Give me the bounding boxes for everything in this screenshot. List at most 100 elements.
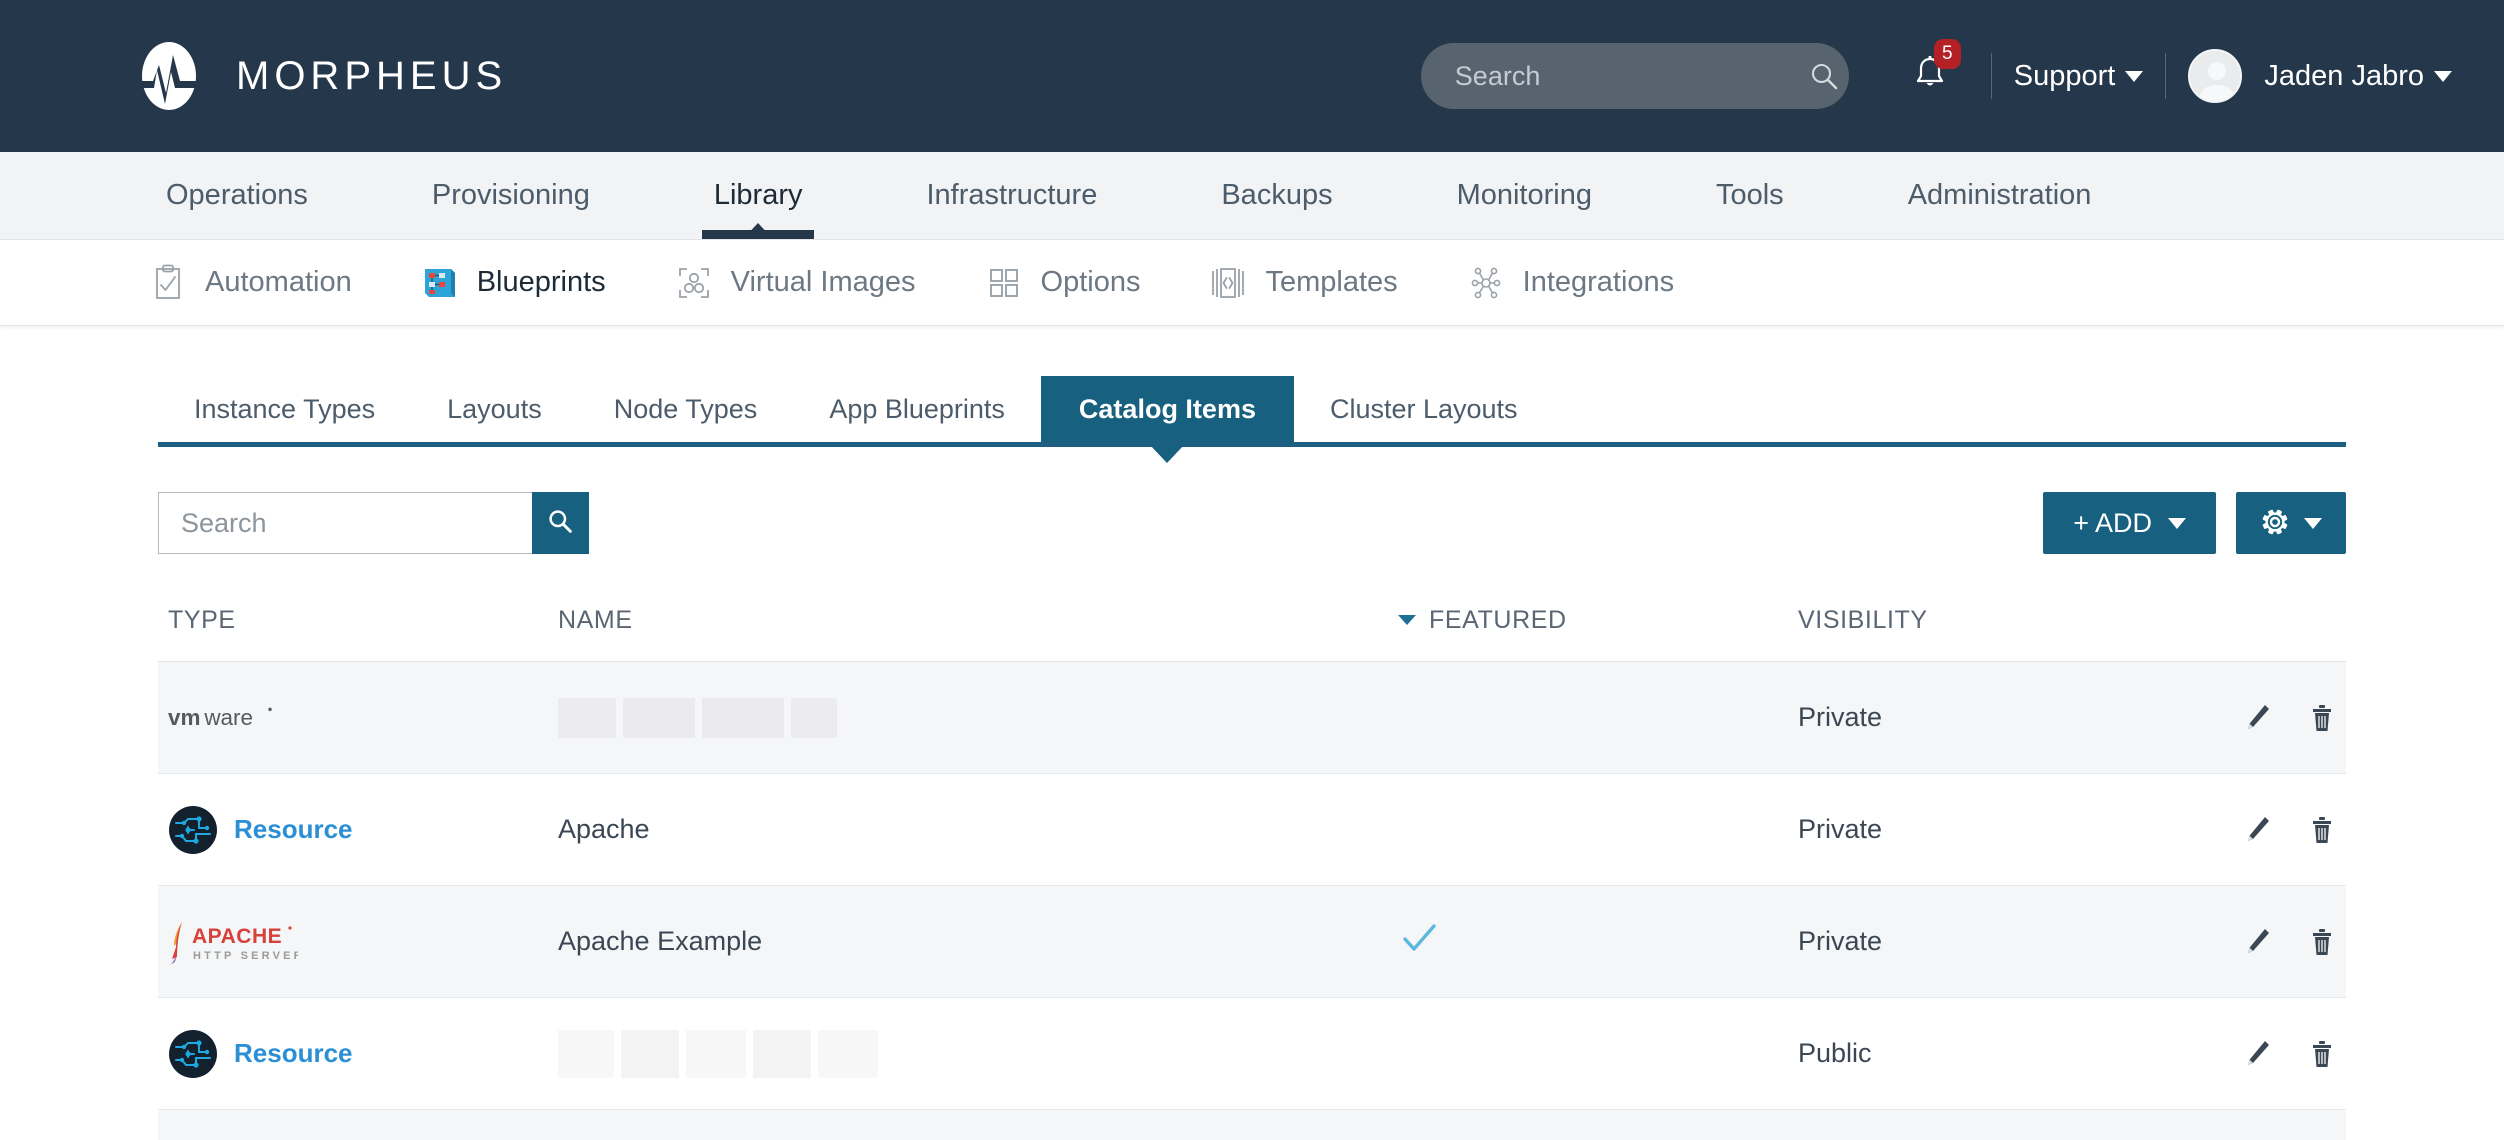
header-divider-1 [1991, 53, 1992, 99]
table-row[interactable]: Resource Apache Private [158, 774, 2346, 886]
table-row[interactable]: Resource Public [158, 998, 2346, 1110]
cell-featured [1398, 886, 1798, 998]
nav-item-infrastructure[interactable]: Infrastructure [865, 152, 1160, 239]
tab-cluster-layouts[interactable]: Cluster Layouts [1294, 376, 1554, 442]
subnav-item-templates-label: Templates [1265, 266, 1397, 299]
chevron-down-icon [2304, 518, 2322, 529]
row-actions [2258, 1038, 2346, 1070]
library-sub-navigation: Automation Blueprints [0, 240, 2504, 326]
cell-visibility: Public [1798, 998, 2258, 1110]
support-menu[interactable]: Support [2014, 60, 2144, 93]
pencil-edit-icon[interactable] [2242, 814, 2272, 846]
cell-visibility: Private [1798, 662, 2258, 774]
column-header-featured-label: FEATURED [1429, 606, 1567, 634]
type-cell: vm ware [168, 705, 558, 731]
chevron-down-icon [2168, 518, 2186, 529]
nav-item-operations[interactable]: Operations [104, 152, 370, 239]
redacted-name [558, 698, 837, 738]
subnav-item-virtual-images[interactable]: Virtual Images [674, 263, 916, 303]
notifications-button[interactable]: 5 [1891, 55, 1969, 98]
row-actions [2258, 926, 2346, 958]
tab-node-types[interactable]: Node Types [578, 376, 794, 442]
type-cell: APACHE HTTP SERVER [168, 919, 558, 965]
tab-app-blueprints[interactable]: App Blueprints [793, 376, 1041, 442]
column-header-featured[interactable]: FEATURED [1398, 606, 1798, 662]
support-label: Support [2014, 60, 2116, 93]
featured-check-icon [1398, 935, 1440, 965]
subnav-item-virtual-images-label: Virtual Images [731, 266, 916, 299]
notifications-count-badge: 5 [1934, 39, 1961, 69]
subnav-item-blueprints[interactable]: Blueprints [420, 263, 606, 303]
column-header-visibility[interactable]: VISIBILITY [1798, 606, 2258, 662]
nav-item-tools[interactable]: Tools [1654, 152, 1846, 239]
table-row[interactable]: APACHE HTTP SERVER [158, 1110, 2346, 1140]
cell-type: APACHE HTTP SERVER [158, 1110, 558, 1140]
cell-type: APACHE HTTP SERVER [158, 886, 558, 998]
nav-item-monitoring[interactable]: Monitoring [1395, 152, 1654, 239]
nav-item-library[interactable]: Library [652, 152, 865, 239]
cell-visibility: Private [1798, 1110, 2258, 1140]
search-button[interactable] [532, 492, 589, 554]
name-cell-redacted [558, 698, 1398, 738]
search-icon [547, 508, 574, 538]
global-search[interactable] [1421, 43, 1849, 109]
table-row[interactable]: vm ware [158, 662, 2346, 774]
svg-text:ware: ware [203, 705, 253, 730]
table-header: TYPE NAME FEATURED VISIBILITY [158, 606, 2346, 662]
vmware-logo-icon: vm ware [168, 705, 315, 731]
trash-delete-icon[interactable] [2308, 926, 2336, 958]
column-header-name[interactable]: NAME [558, 606, 1398, 662]
trash-delete-icon[interactable] [2308, 1038, 2336, 1070]
apache-http-server-logo-icon: APACHE HTTP SERVER [168, 919, 298, 965]
catalog-items-table: TYPE NAME FEATURED VISIBILITY vm wa [158, 606, 2346, 1140]
tab-instance-types[interactable]: Instance Types [158, 376, 411, 442]
code-template-icon [1208, 263, 1248, 303]
cell-featured [1398, 662, 1798, 774]
nav-item-administration[interactable]: Administration [1846, 152, 2154, 239]
pencil-edit-icon[interactable] [2242, 926, 2272, 958]
cell-type: Resource [158, 998, 558, 1110]
user-menu[interactable]: Jaden Jabro [2264, 60, 2452, 93]
pencil-edit-icon[interactable] [2242, 1038, 2272, 1070]
cell-type: Resource [158, 774, 558, 886]
brand-logo[interactable]: MORPHEUS [130, 37, 507, 115]
type-label: Resource [234, 1038, 353, 1069]
chevron-down-icon [2434, 71, 2452, 82]
svg-text:APACHE: APACHE [192, 925, 282, 948]
brand-name: MORPHEUS [236, 54, 507, 99]
catalog-toolbar: + ADD [158, 492, 2346, 554]
tab-layouts[interactable]: Layouts [411, 376, 578, 442]
bell-icon [1913, 80, 1947, 97]
trash-delete-icon[interactable] [2308, 702, 2336, 734]
nav-item-backups[interactable]: Backups [1159, 152, 1394, 239]
cell-actions [2258, 998, 2346, 1110]
tab-catalog-items-label: Catalog Items [1079, 394, 1256, 425]
tab-catalog-items[interactable]: Catalog Items [1041, 376, 1294, 442]
chevron-down-icon [2125, 71, 2143, 82]
virtual-images-icon [674, 263, 714, 303]
trash-delete-icon[interactable] [2308, 814, 2336, 846]
search-input[interactable] [158, 492, 532, 554]
subnav-item-options[interactable]: Options [984, 263, 1141, 303]
table-body: vm ware [158, 662, 2346, 1140]
nav-item-library-label: Library [714, 179, 803, 212]
morpheus-logo-icon [130, 37, 208, 115]
blueprint-icon [420, 263, 460, 303]
nav-item-provisioning[interactable]: Provisioning [370, 152, 652, 239]
subnav-item-templates[interactable]: Templates [1208, 263, 1397, 303]
table-row[interactable]: APACHE HTTP SERVER Apache Example [158, 886, 2346, 998]
redacted-name [558, 1030, 878, 1078]
grid-squares-icon [984, 263, 1024, 303]
settings-button[interactable] [2236, 492, 2346, 554]
avatar[interactable] [2188, 49, 2242, 103]
pencil-edit-icon[interactable] [2242, 702, 2272, 734]
column-header-type[interactable]: TYPE [158, 606, 558, 662]
tab-active-pointer-icon [1150, 445, 1184, 463]
nav-active-arrow-icon [743, 223, 773, 239]
add-button[interactable]: + ADD [2043, 492, 2216, 554]
subnav-item-integrations[interactable]: Integrations [1466, 263, 1675, 303]
gear-icon [2260, 507, 2290, 540]
chevron-down-icon [1398, 615, 1416, 625]
global-search-input[interactable] [1455, 61, 1809, 92]
subnav-item-automation[interactable]: Automation [148, 263, 352, 303]
